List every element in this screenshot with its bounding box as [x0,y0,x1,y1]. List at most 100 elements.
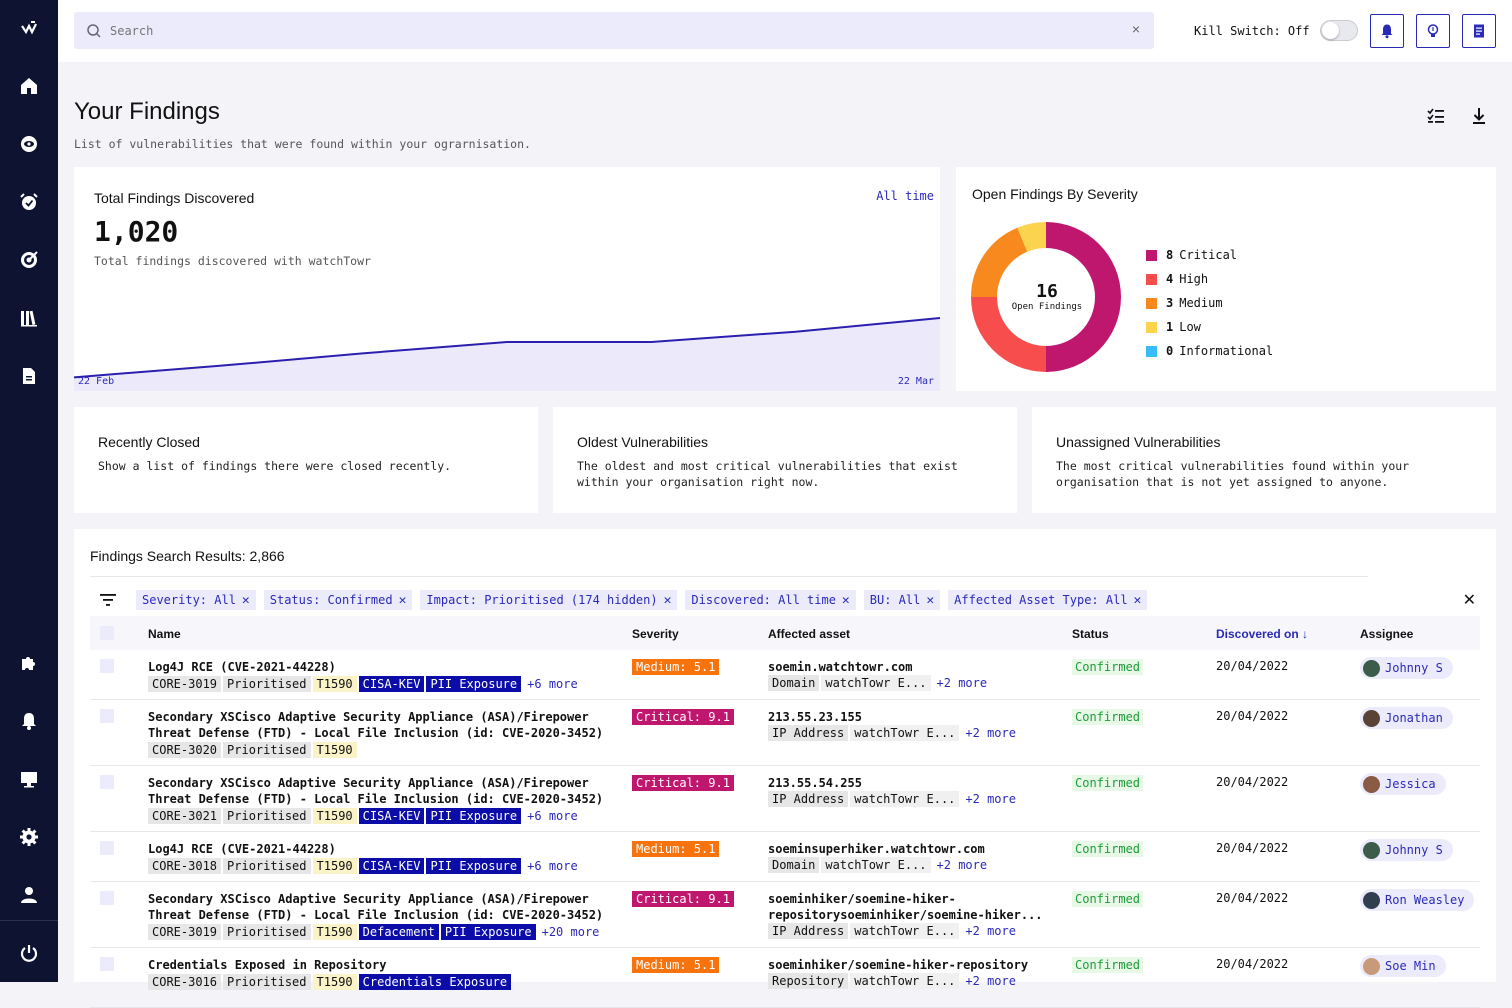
assignee-chip[interactable]: Jessica [1360,773,1446,795]
clear-filters-icon[interactable]: ✕ [1463,590,1476,610]
finding-name-cell[interactable]: Log4J RCE (CVE-2021-44228) CORE-3019 Prior… [148,659,618,693]
asset-more-link[interactable]: +2 more [961,791,1020,807]
user-icon[interactable] [17,883,41,907]
affected-asset-cell[interactable]: soeminhiker/soemine-hiker-repositorysoem… [768,891,1058,939]
column-assignee[interactable]: Assignee [1360,627,1413,641]
finding-tag[interactable]: PII Exposure [426,808,522,824]
column-affected-asset[interactable]: Affected asset [768,627,850,641]
row-checkbox[interactable] [100,841,114,855]
library-icon[interactable] [17,306,41,330]
select-all-checkbox[interactable] [100,626,114,640]
logo-icon[interactable] [17,16,41,40]
asset-name[interactable]: 213.55.23.155 [768,710,862,724]
assignee-chip[interactable]: Johnny S [1360,839,1453,861]
remove-filter-icon[interactable]: ✕ [1134,593,1142,608]
finding-name[interactable]: Secondary XSCisco Adaptive Security Appl… [148,776,603,806]
filter-chip-asset-type[interactable]: Affected Asset Type: All ✕ [948,590,1148,610]
more-tags-link[interactable]: +20 more [538,924,604,940]
docs-button[interactable] [1462,14,1496,48]
finding-tag[interactable]: Defacement [358,924,439,940]
search-input[interactable] [110,23,1110,38]
legend-item-low[interactable]: 1 Low [1146,315,1273,339]
legend-item-high[interactable]: 4 High [1146,267,1273,291]
finding-name[interactable]: Secondary XSCisco Adaptive Security Appl… [148,710,603,740]
finding-tag[interactable]: PII Exposure [426,858,522,874]
bell-icon[interactable] [17,709,41,733]
finding-tag[interactable]: CISA-KEV [358,858,425,874]
target-icon[interactable] [17,248,41,272]
gear-icon[interactable] [17,825,41,849]
power-icon[interactable] [17,941,41,965]
ideas-button[interactable] [1416,14,1450,48]
table-row[interactable]: Log4J RCE (CVE-2021-44228) CORE-3018 Prior… [90,832,1480,882]
monitor-icon[interactable] [17,767,41,791]
asset-name[interactable]: soemin.watchtowr.com [768,660,913,674]
asset-more-link[interactable]: +2 more [933,857,992,873]
filter-chip-bu[interactable]: BU: All ✕ [863,590,941,610]
row-checkbox[interactable] [100,957,114,971]
recently-closed-card[interactable]: Recently Closed Show a list of findings … [74,407,538,513]
remove-filter-icon[interactable]: ✕ [664,593,672,608]
legend-item-critical[interactable]: 8 Critical [1146,243,1273,267]
column-severity[interactable]: Severity [632,627,679,641]
affected-asset-cell[interactable]: 213.55.54.255 IP Address watchTowr E... +2 … [768,775,1058,807]
more-tags-link[interactable]: +6 more [523,676,582,692]
column-status[interactable]: Status [1072,627,1109,641]
home-icon[interactable] [17,74,41,98]
table-row[interactable]: Credentials Exposed in Repository CORE-30… [90,948,1480,1008]
row-checkbox[interactable] [100,775,114,789]
asset-more-link[interactable]: +2 more [961,973,1020,989]
finding-name[interactable]: Credentials Exposed in Repository [148,958,386,972]
document-icon[interactable] [17,364,41,388]
notifications-button[interactable] [1370,14,1404,48]
finding-name[interactable]: Secondary XSCisco Adaptive Security Appl… [148,892,603,922]
table-row[interactable]: Log4J RCE (CVE-2021-44228) CORE-3019 Prior… [90,650,1480,700]
alarm-icon[interactable] [17,190,41,214]
legend-item-informational[interactable]: 0 Informational [1146,339,1273,363]
finding-name-cell[interactable]: Secondary XSCisco Adaptive Security Appl… [148,709,618,759]
filter-chip-impact[interactable]: Impact: Prioritised (174 hidden) ✕ [420,590,678,610]
filter-icon[interactable] [98,590,118,610]
table-row[interactable]: Secondary XSCisco Adaptive Security Appl… [90,700,1480,766]
finding-name[interactable]: Log4J RCE (CVE-2021-44228) [148,660,336,674]
filter-chip-discovered[interactable]: Discovered: All time ✕ [685,590,856,610]
finding-name-cell[interactable]: Secondary XSCisco Adaptive Security Appl… [148,891,618,941]
asset-more-link[interactable]: +2 more [961,923,1020,939]
remove-filter-icon[interactable]: ✕ [399,593,407,608]
filter-chip-severity[interactable]: Severity: All ✕ [136,590,256,610]
legend-item-medium[interactable]: 3 Medium [1146,291,1273,315]
asset-name[interactable]: soeminhiker/soemine-hiker-repositorysoem… [768,892,1043,922]
unassigned-vulnerabilities-card[interactable]: Unassigned Vulnerabilities The most crit… [1032,407,1496,513]
table-row[interactable]: Secondary XSCisco Adaptive Security Appl… [90,766,1480,832]
checklist-icon[interactable] [1426,106,1446,126]
finding-tag[interactable]: CISA-KEV [358,808,425,824]
asset-more-link[interactable]: +2 more [961,725,1020,741]
remove-filter-icon[interactable]: ✕ [926,593,934,608]
asset-name[interactable]: 213.55.54.255 [768,776,862,790]
column-name[interactable]: Name [148,627,181,641]
finding-name-cell[interactable]: Log4J RCE (CVE-2021-44228) CORE-3018 Prior… [148,841,618,875]
asset-more-link[interactable]: +2 more [933,675,992,691]
row-checkbox[interactable] [100,709,114,723]
asset-name[interactable]: soeminsuperhiker.watchtowr.com [768,842,985,856]
affected-asset-cell[interactable]: soeminsuperhiker.watchtowr.com Domain watc… [768,841,1058,873]
download-icon[interactable] [1469,106,1489,126]
puzzle-icon[interactable] [17,651,41,675]
oldest-vulnerabilities-card[interactable]: Oldest Vulnerabilities The oldest and mo… [553,407,1017,513]
column-discovered-on[interactable]: Discovered on ↓ [1216,627,1308,641]
finding-tag[interactable]: CISA-KEV [358,676,425,692]
finding-name-cell[interactable]: Secondary XSCisco Adaptive Security Appl… [148,775,618,825]
table-row[interactable]: Secondary XSCisco Adaptive Security Appl… [90,882,1480,948]
finding-name[interactable]: Log4J RCE (CVE-2021-44228) [148,842,336,856]
finding-tag[interactable]: PII Exposure [440,924,536,940]
affected-asset-cell[interactable]: soemin.watchtowr.com Domain watchTowr E...… [768,659,1058,691]
clear-search-icon[interactable]: × [1132,21,1140,37]
finding-tag[interactable]: PII Exposure [426,676,522,692]
search-bar[interactable]: × [74,12,1154,49]
more-tags-link[interactable]: +6 more [523,808,582,824]
finding-name-cell[interactable]: Credentials Exposed in Repository CORE-30… [148,957,618,991]
assignee-chip[interactable]: Soe Min [1360,955,1446,977]
assignee-chip[interactable]: Johnny S [1360,657,1453,679]
more-tags-link[interactable]: +6 more [523,858,582,874]
affected-asset-cell[interactable]: soeminhiker/soemine-hiker-repository Repo… [768,957,1058,989]
